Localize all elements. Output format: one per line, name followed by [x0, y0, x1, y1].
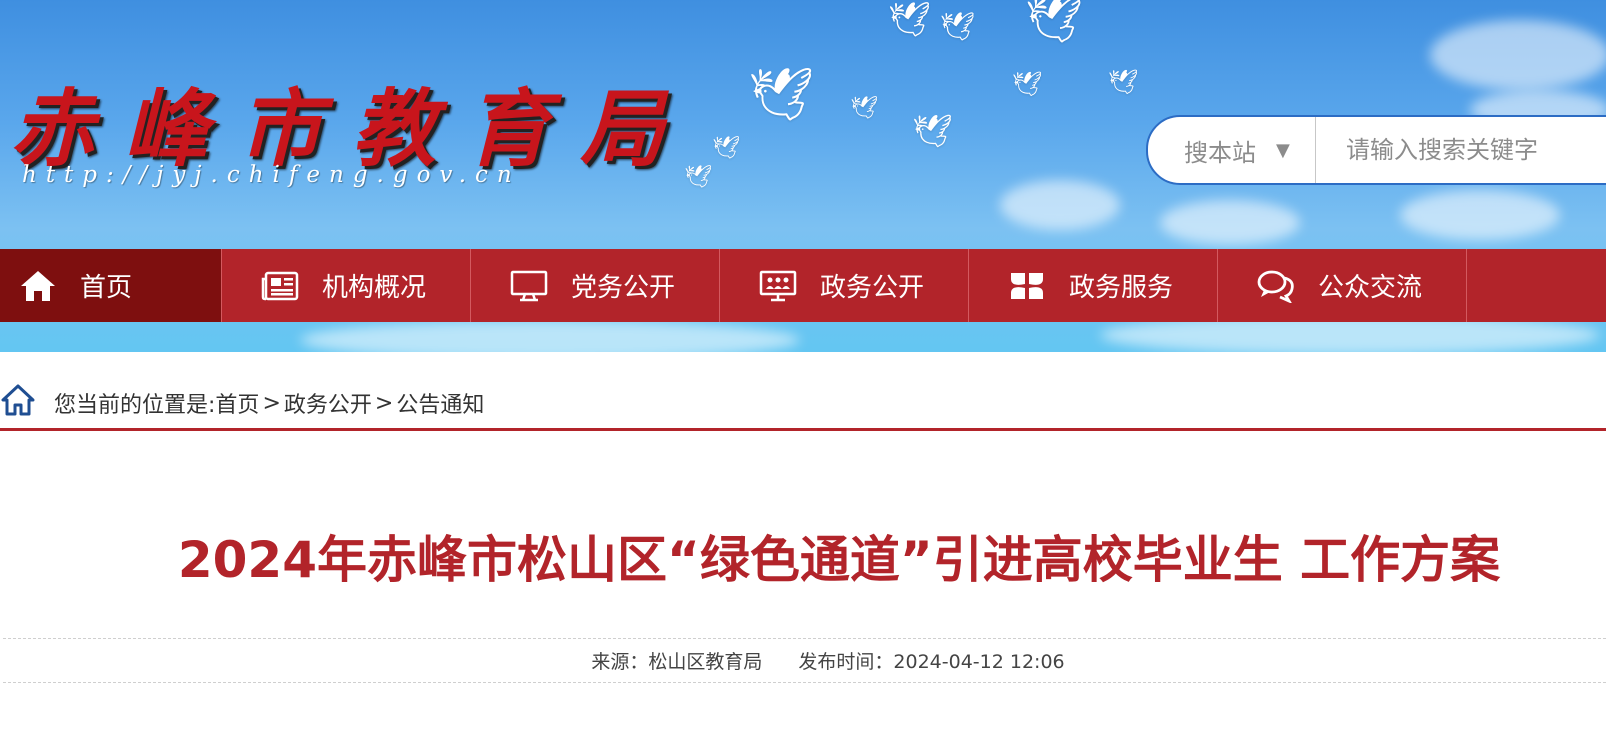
dove-icon: 🕊	[1012, 70, 1043, 98]
dove-icon: 🕊	[712, 136, 740, 161]
main-nav: 首页 机构概况 党务公开 政务公开 政务服务 公众交流	[0, 249, 1606, 322]
search-scope-select[interactable]: 搜本站 ▼	[1148, 117, 1316, 183]
dove-icon: 🕊	[888, 0, 932, 40]
breadcrumb-prefix: 您当前的位置是:	[54, 393, 216, 418]
cloud-decoration	[300, 320, 800, 352]
nav-label-public-communication: 公众交流	[1318, 273, 1423, 303]
dove-icon: 🕊	[940, 10, 976, 43]
nav-item-government-affairs[interactable]: 政务公开	[720, 249, 969, 322]
article-publish-time: 发布时间：2024-04-12 12:06	[798, 651, 1065, 673]
breadcrumb-link-home[interactable]: 首页	[215, 387, 259, 419]
nav-item-public-communication[interactable]: 公众交流	[1218, 249, 1467, 322]
article-title: 2024年赤峰市松山区“绿色通道”引进高校毕业生 工作方案	[177, 531, 1501, 589]
article-meta: 来源：松山区教育局 发布时间：2024-04-12 12:06	[0, 647, 1606, 674]
dove-icon: 🕊	[748, 65, 815, 125]
chat-bubbles-icon	[1256, 266, 1296, 306]
breadcrumb-separator: >	[374, 390, 394, 416]
meta-divider-bottom	[3, 682, 1606, 683]
nav-item-government-services[interactable]: 政务服务	[969, 249, 1218, 322]
breadcrumb-divider	[0, 428, 1606, 431]
breadcrumb-link-government-affairs[interactable]: 政务公开	[284, 387, 372, 419]
nav-item-org-overview[interactable]: 机构概况	[222, 249, 471, 322]
four-leaf-icon	[1007, 266, 1047, 306]
search-box: 搜本站 ▼	[1146, 115, 1606, 185]
cloud-decoration	[1400, 190, 1560, 240]
search-input[interactable]	[1316, 117, 1606, 183]
home-icon	[18, 266, 58, 306]
dove-icon: 🕊	[1108, 68, 1139, 96]
home-outline-icon	[0, 382, 36, 424]
cloud-decoration	[1000, 180, 1120, 230]
nav-label-org-overview: 机构概况	[322, 273, 427, 303]
nav-label-home: 首页	[80, 273, 133, 303]
breadcrumb: 您当前的位置是: 首页 > 政务公开 > 公告通知	[0, 380, 484, 426]
cloud-decoration	[1160, 200, 1300, 245]
dove-icon: 🕊	[850, 96, 878, 121]
search-scope-label: 搜本站	[1184, 138, 1256, 167]
nav-label-government-affairs: 政务公开	[820, 273, 925, 303]
dove-icon: 🕊	[1025, 0, 1084, 46]
nav-item-home[interactable]: 首页	[0, 249, 222, 322]
dove-icon: 🕊	[912, 112, 953, 150]
monitor-icon	[509, 266, 549, 306]
people-board-icon	[758, 266, 798, 306]
nav-label-party-affairs: 党务公开	[571, 273, 676, 303]
article-source: 来源：松山区教育局	[591, 651, 763, 673]
breadcrumb-separator: >	[262, 390, 281, 416]
site-url: http://jyj.chifeng.gov.cn	[22, 162, 521, 188]
cloud-decoration	[1430, 20, 1606, 90]
breadcrumb-link-notices[interactable]: 公告通知	[396, 387, 484, 419]
nav-label-government-services: 政务服务	[1069, 273, 1174, 303]
nav-item-party-affairs[interactable]: 党务公开	[471, 249, 720, 322]
newspaper-icon	[260, 266, 300, 306]
meta-divider-top	[3, 638, 1606, 639]
chevron-down-icon: ▼	[1276, 139, 1290, 161]
